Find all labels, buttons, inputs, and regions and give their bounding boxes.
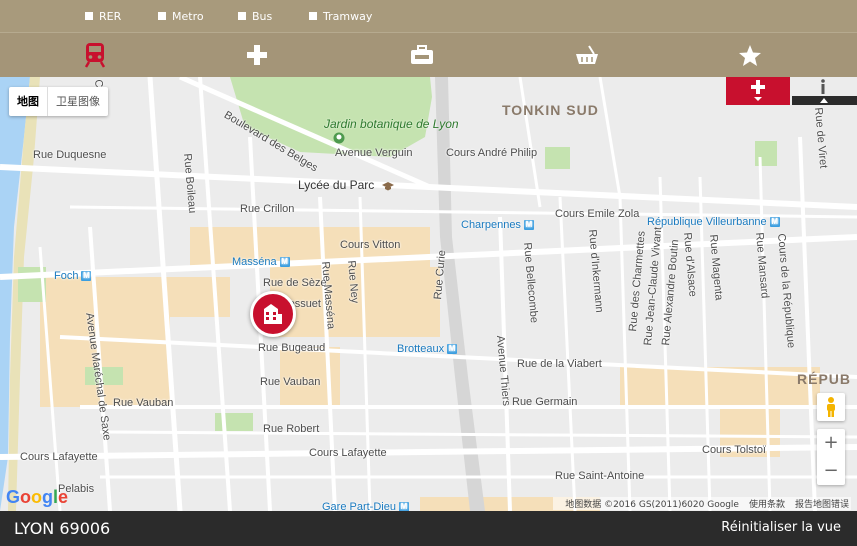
metro-station-label: Gare Part-Dieu M xyxy=(322,501,409,511)
metro-icon: M xyxy=(279,257,290,267)
building-icon xyxy=(264,304,282,324)
add-point-button[interactable] xyxy=(726,77,790,105)
metro-station-label: Masséna M xyxy=(232,256,290,268)
medical-cross-icon xyxy=(247,45,267,65)
toolbox-icon xyxy=(411,45,433,64)
filter-label: Bus xyxy=(252,9,273,23)
checkbox-icon[interactable] xyxy=(309,12,317,20)
filter-label: RER xyxy=(99,9,122,23)
category-health[interactable] xyxy=(241,39,273,71)
terms-link[interactable]: 使用条款 xyxy=(749,500,785,510)
filter-rer[interactable]: RER xyxy=(85,9,121,23)
metro-icon: M xyxy=(81,271,92,281)
zoom-out-button[interactable]: − xyxy=(817,457,845,485)
street-label: Avenue Verguin xyxy=(335,147,413,159)
poi-label: Lycée du Parc xyxy=(298,178,375,192)
street-label: Cours Tolstoï xyxy=(702,444,766,456)
street-label: Cours Vitton xyxy=(340,239,401,251)
street-label: Rue Duquesne xyxy=(33,149,107,161)
street-label: Rue de la Viabert xyxy=(517,358,602,370)
metro-icon: M xyxy=(769,217,780,227)
metro-icon: M xyxy=(398,502,409,511)
map-view[interactable]: TONKIN SUD RÉPUB Jardin botanique de Lyo… xyxy=(0,77,857,511)
park-icon xyxy=(333,132,345,144)
location-marker[interactable] xyxy=(250,291,296,337)
category-bar xyxy=(0,32,857,77)
street-label: Cours Emile Zola xyxy=(555,208,640,220)
checkbox-icon[interactable] xyxy=(85,12,93,20)
district-label: TONKIN SUD xyxy=(502,102,599,118)
filter-bus[interactable]: Bus xyxy=(238,9,272,23)
filter-label: Tramway xyxy=(323,9,373,23)
reset-view-button[interactable]: Réinitialiser la vue xyxy=(721,520,841,535)
transport-filter-bar: RER Metro Bus Tramway xyxy=(0,0,857,32)
filter-tramway[interactable]: Tramway xyxy=(309,9,372,23)
checkbox-icon[interactable] xyxy=(158,12,166,20)
metro-icon: M xyxy=(447,344,458,354)
info-panel-handle xyxy=(792,96,857,105)
location-title: LYON 69006 xyxy=(14,519,111,538)
pegman-icon xyxy=(827,397,835,417)
street-label: Cours Lafayette xyxy=(20,451,98,463)
district-label: RÉPUB xyxy=(797,371,852,387)
park-label: Jardin botanique de Lyon xyxy=(324,117,459,131)
metro-station-label: Brotteaux M xyxy=(397,343,458,355)
category-favorites[interactable] xyxy=(734,39,766,71)
category-transport[interactable] xyxy=(79,39,111,71)
metro-icon: M xyxy=(523,220,534,230)
train-icon xyxy=(84,43,106,68)
info-icon xyxy=(821,79,825,94)
metro-station-label: Foch M xyxy=(54,270,92,282)
metro-station-label: République Villeurbanne M xyxy=(647,216,780,228)
street-label: Rue de Sèze xyxy=(263,277,327,289)
map-type-control: 地图 卫星图像 xyxy=(9,87,108,116)
street-label: Rue Crillon xyxy=(240,203,295,215)
map-type-map-button[interactable]: 地图 xyxy=(9,87,48,116)
street-label: Rue Vauban xyxy=(113,397,174,409)
zoom-control: + − xyxy=(817,429,845,485)
street-label: Cours Lafayette xyxy=(309,447,387,459)
map-data-text: 地图数据 ©2016 GS(2011)6020 Google xyxy=(565,500,739,510)
report-error-link[interactable]: 报告地图错误 xyxy=(795,500,849,510)
checkbox-icon[interactable] xyxy=(238,12,246,20)
school-icon xyxy=(382,182,394,191)
street-label: Rue Bugeaud xyxy=(258,342,326,354)
footer-bar: LYON 69006 Réinitialiser la vue xyxy=(0,511,857,546)
street-view-pegman[interactable] xyxy=(817,393,845,421)
info-button[interactable] xyxy=(792,77,857,105)
street-label: Cours André Philip xyxy=(446,147,538,159)
plus-icon xyxy=(751,80,765,101)
star-icon xyxy=(739,44,761,66)
street-label: Rue Saint-Antoine xyxy=(555,470,645,482)
category-services[interactable] xyxy=(406,39,438,71)
category-shopping[interactable] xyxy=(571,39,603,71)
map-type-satellite-button[interactable]: 卫星图像 xyxy=(48,87,108,116)
street-label: Rue Germain xyxy=(512,396,578,408)
chevron-up-icon xyxy=(820,98,828,103)
street-label: Rue Robert xyxy=(263,423,320,435)
basket-icon xyxy=(576,45,598,64)
filter-metro[interactable]: Metro xyxy=(158,9,204,23)
filter-label: Metro xyxy=(172,9,204,23)
zoom-in-button[interactable]: + xyxy=(817,429,845,457)
street-label: Rue Vauban xyxy=(260,376,321,388)
map-attribution: 地图数据 ©2016 GS(2011)6020 Google 使用条款 报告地图错误 xyxy=(553,497,851,510)
google-logo: Google xyxy=(6,487,69,507)
metro-station-label: Charpennes M xyxy=(461,219,534,231)
